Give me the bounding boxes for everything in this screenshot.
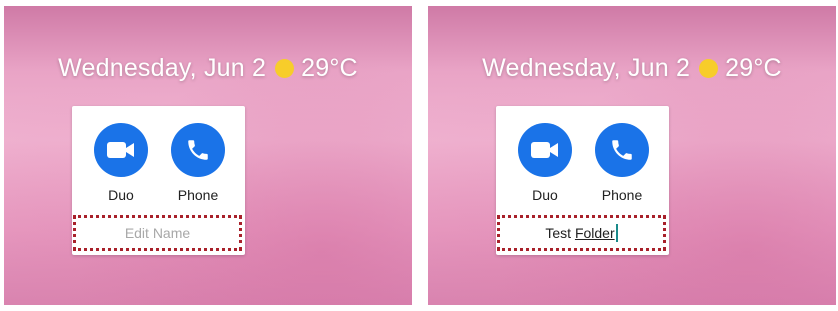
text-cursor xyxy=(615,224,618,242)
date-text: Wednesday, Jun 2 xyxy=(482,54,691,82)
date-text: Wednesday, Jun 2 xyxy=(58,54,267,82)
video-camera-icon xyxy=(518,123,572,177)
duo-app[interactable]: Duo xyxy=(515,123,575,203)
duo-app[interactable]: Duo xyxy=(91,123,151,203)
folder-name-text: Test xyxy=(545,225,575,241)
phone-app[interactable]: Phone xyxy=(168,123,228,203)
home-screen-left: Wednesday, Jun 2 29°C Duo Phone Edit Nam… xyxy=(4,6,412,305)
duo-label: Duo xyxy=(532,187,558,203)
phone-icon xyxy=(171,123,225,177)
sun-icon xyxy=(275,59,295,78)
phone-label: Phone xyxy=(601,187,643,203)
app-folder: Duo Phone Test Folder xyxy=(496,106,669,255)
folder-name-placeholder: Edit Name xyxy=(124,225,191,241)
temperature-text: 29°C xyxy=(725,54,782,82)
app-folder: Duo Phone Edit Name xyxy=(72,106,245,255)
date-weather-widget[interactable]: Wednesday, Jun 2 29°C xyxy=(4,54,412,83)
folder-name-input[interactable]: Test Folder xyxy=(497,215,666,251)
duo-label: Duo xyxy=(108,187,134,203)
date-weather-widget[interactable]: Wednesday, Jun 2 29°C xyxy=(428,54,836,83)
phone-label: Phone xyxy=(177,187,219,203)
phone-icon xyxy=(595,123,649,177)
temperature-text: 29°C xyxy=(301,54,358,82)
home-screen-right: Wednesday, Jun 2 29°C Duo Phone Test Fol… xyxy=(428,6,836,305)
phone-app[interactable]: Phone xyxy=(592,123,652,203)
folder-name-composing-text: Folder xyxy=(574,225,615,241)
folder-name-field[interactable]: Edit Name xyxy=(73,215,242,251)
video-camera-icon xyxy=(94,123,148,177)
sun-icon xyxy=(699,59,719,78)
